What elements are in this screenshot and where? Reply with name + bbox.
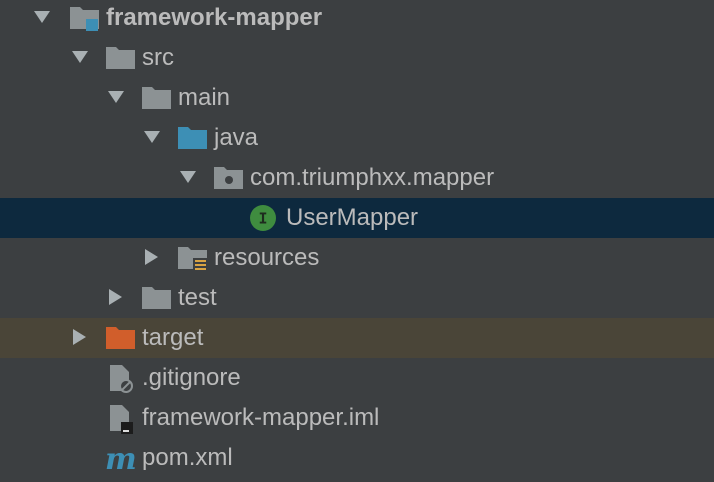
- tree-label: main: [178, 84, 231, 111]
- project-tree: framework-mapper src main java com.trium…: [0, 0, 714, 482]
- module-file-icon: [104, 398, 136, 438]
- interface-icon: I: [248, 198, 280, 238]
- tree-label: java: [214, 124, 259, 151]
- chevron-right-icon[interactable]: [142, 238, 166, 278]
- tree-row-iml[interactable]: framework-mapper.iml: [0, 398, 714, 438]
- tree-label: resources: [214, 244, 320, 271]
- tree-row-main[interactable]: main: [0, 78, 714, 118]
- tree-row-package[interactable]: com.triumphxx.mapper: [0, 158, 714, 198]
- chevron-down-icon[interactable]: [178, 158, 202, 198]
- tree-row-resources[interactable]: resources: [0, 238, 714, 278]
- tree-label: framework-mapper.iml: [142, 404, 380, 431]
- tree-row-java[interactable]: java: [0, 118, 714, 158]
- tree-label: UserMapper: [286, 204, 419, 231]
- chevron-down-icon[interactable]: [142, 118, 166, 158]
- folder-icon: [104, 38, 136, 78]
- chevron-down-icon[interactable]: [32, 0, 56, 38]
- tree-label: src: [142, 44, 174, 71]
- interface-badge-letter: I: [258, 210, 267, 228]
- folder-icon: [140, 78, 172, 118]
- folder-icon: [140, 278, 172, 318]
- chevron-right-icon[interactable]: [70, 318, 94, 358]
- tree-label: test: [178, 284, 217, 311]
- chevron-down-icon[interactable]: [106, 78, 130, 118]
- resources-folder-icon: [176, 238, 208, 278]
- source-folder-icon: [176, 118, 208, 158]
- maven-icon: m: [104, 438, 137, 478]
- tree-label: .gitignore: [142, 364, 241, 391]
- tree-row-src[interactable]: src: [0, 38, 714, 78]
- tree-row-gitignore[interactable]: .gitignore: [0, 358, 714, 398]
- chevron-right-icon[interactable]: [106, 278, 130, 318]
- tree-row-usermapper[interactable]: I UserMapper: [0, 198, 714, 238]
- tree-label: target: [142, 324, 204, 351]
- tree-row-target[interactable]: target: [0, 318, 714, 358]
- package-icon: [212, 158, 244, 198]
- module-folder-icon: [68, 0, 100, 38]
- ignored-file-icon: [104, 358, 136, 398]
- tree-row-pom[interactable]: m pom.xml: [0, 438, 714, 478]
- tree-label: com.triumphxx.mapper: [250, 164, 495, 191]
- tree-label: pom.xml: [142, 444, 233, 471]
- tree-row-framework-mapper[interactable]: framework-mapper: [0, 0, 714, 38]
- tree-label: framework-mapper: [106, 4, 323, 31]
- maven-glyph: m: [105, 442, 137, 474]
- chevron-down-icon[interactable]: [70, 38, 94, 78]
- excluded-folder-icon: [104, 318, 136, 358]
- tree-row-test[interactable]: test: [0, 278, 714, 318]
